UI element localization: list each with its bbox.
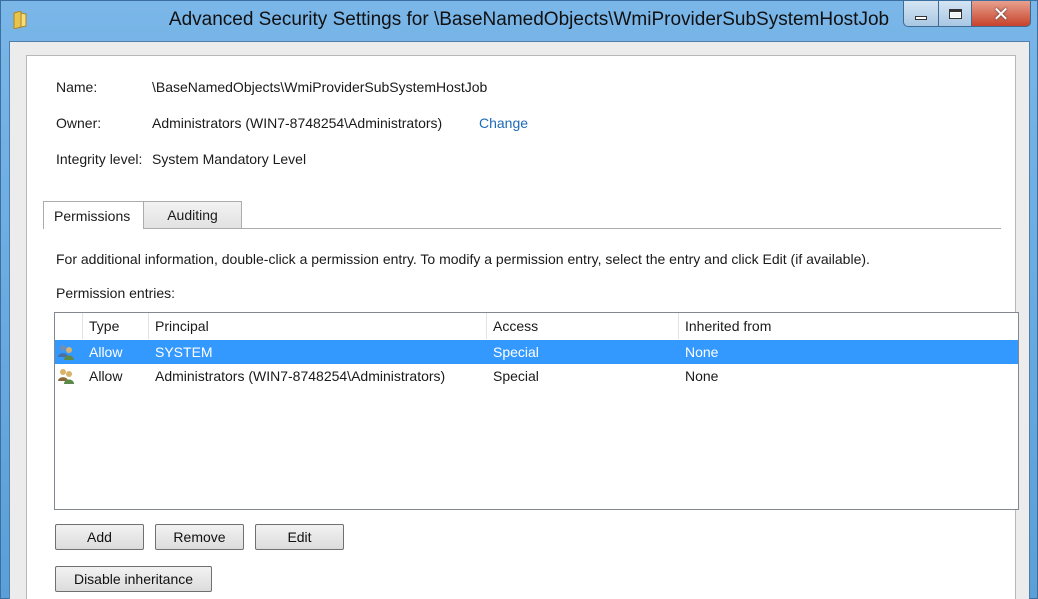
window-title: Advanced Security Settings for \BaseName…	[168, 9, 890, 30]
owner-value: Administrators (WIN7-8748254\Administrat…	[152, 115, 443, 131]
integrity-value: System Mandatory Level	[152, 151, 307, 167]
dialog-client: Name: \BaseNamedObjects\WmiProviderSubSy…	[9, 41, 1030, 599]
row-principal: SYSTEM	[155, 344, 213, 360]
change-owner-link[interactable]: Change	[479, 115, 528, 131]
maximize-icon	[948, 8, 962, 19]
info-text: For additional information, double-click…	[56, 251, 870, 267]
tab-divider	[43, 228, 1001, 229]
maximize-button[interactable]	[938, 1, 972, 27]
row-type: Allow	[89, 368, 123, 384]
title-bar[interactable]: Advanced Security Settings for \BaseName…	[1, 1, 1037, 41]
edit-button[interactable]: Edit	[255, 524, 344, 550]
remove-button[interactable]: Remove	[155, 524, 244, 550]
close-icon: ✕	[992, 1, 1010, 26]
name-value: \BaseNamedObjects\WmiProviderSubSystemHo…	[152, 79, 488, 95]
column-header-inherited-from[interactable]: Inherited from	[679, 313, 1018, 339]
tab-auditing[interactable]: Auditing	[143, 201, 242, 228]
content-panel: Name: \BaseNamedObjects\WmiProviderSubSy…	[26, 55, 1019, 599]
column-header-type[interactable]: Type	[83, 313, 149, 339]
user-group-icon	[58, 345, 74, 360]
add-button[interactable]: Add	[55, 524, 144, 550]
disable-inheritance-button[interactable]: Disable inheritance	[55, 566, 212, 592]
table-row[interactable]: Allow SYSTEM Special None	[55, 340, 1018, 364]
table-row[interactable]: Allow Administrators (WIN7-8748254\Admin…	[55, 364, 1018, 388]
column-header-access[interactable]: Access	[487, 313, 679, 339]
column-header-icon[interactable]	[55, 313, 83, 339]
row-access: Special	[493, 344, 539, 360]
tab-permissions[interactable]: Permissions	[43, 201, 144, 229]
column-header-principal[interactable]: Principal	[149, 313, 487, 339]
row-access: Special	[493, 368, 539, 384]
row-inherited-from: None	[685, 368, 719, 384]
close-button[interactable]: ✕	[971, 1, 1031, 27]
row-principal: Administrators (WIN7-8748254\Administrat…	[155, 368, 446, 384]
row-type: Allow	[89, 344, 123, 360]
name-label: Name:	[56, 79, 98, 95]
minimize-icon	[915, 15, 927, 20]
integrity-label: Integrity level:	[56, 151, 143, 167]
minimize-button[interactable]	[903, 1, 939, 27]
list-header: Type Principal Access Inherited from	[55, 313, 1018, 339]
permission-entries-list[interactable]: Type Principal Access Inherited from All…	[54, 312, 1019, 510]
permission-entries-label: Permission entries:	[56, 285, 176, 301]
user-group-icon	[58, 369, 74, 384]
window-frame: Advanced Security Settings for \BaseName…	[0, 0, 1038, 599]
row-inherited-from: None	[685, 344, 719, 360]
owner-label: Owner:	[56, 115, 102, 131]
